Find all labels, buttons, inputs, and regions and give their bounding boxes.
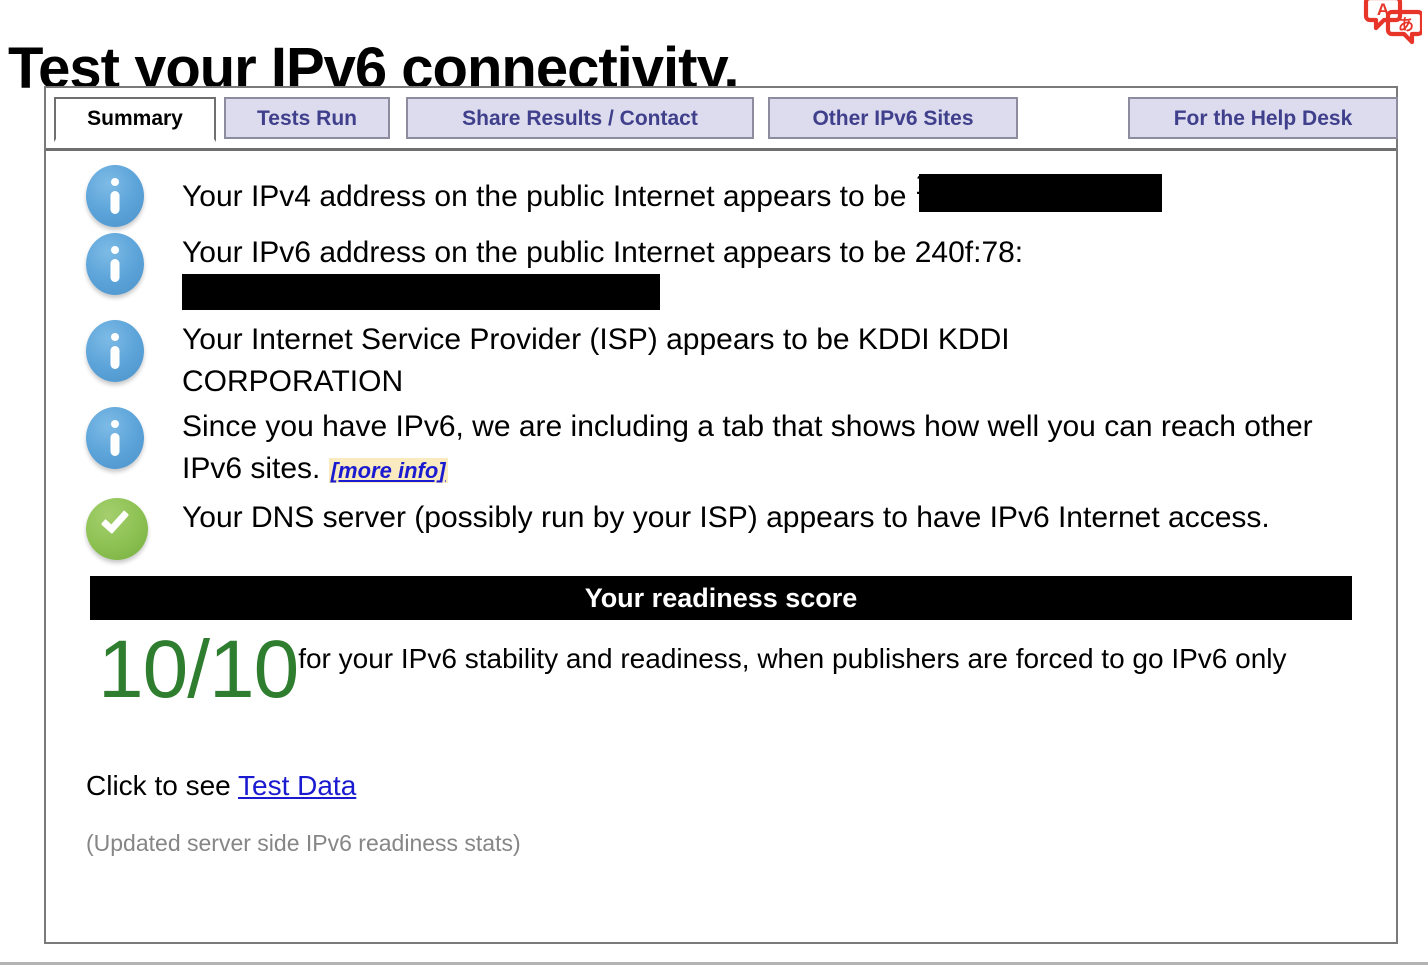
row-icon-cell (86, 163, 182, 227)
check-icon (86, 498, 148, 560)
summary-row-ipv4: Your IPv4 address on the public Internet… (46, 163, 1396, 227)
tab-tests-run[interactable]: Tests Run (224, 97, 390, 139)
row-icon-cell (86, 405, 182, 469)
info-icon (86, 407, 144, 469)
ipv6-redaction-bar (182, 274, 660, 310)
summary-row-isp: Your Internet Service Provider (ISP) app… (46, 318, 1396, 403)
tab-for-the-help-desk[interactable]: For the Help Desk (1128, 97, 1398, 139)
test-data-link[interactable]: Test Data (238, 770, 356, 801)
summary-row-isp-text: Your Internet Service Provider (ISP) app… (182, 323, 1010, 398)
tab-other-ipv6-sites[interactable]: Other IPv6 Sites (768, 97, 1018, 139)
summary-row-dns: Your DNS server (possibly run by your IS… (46, 496, 1396, 560)
summary-row-ipv6-text: Your IPv6 address on the public Internet… (182, 231, 1362, 316)
tab-bar: Summary Tests Run Share Results / Contac… (46, 88, 1398, 151)
summary-row-ipv6: Your IPv6 address on the public Internet… (46, 231, 1396, 316)
info-icon (86, 320, 144, 382)
more-info-link[interactable]: [more info] (328, 458, 448, 483)
summary-row-ipv4-text: Your IPv4 address on the public Internet… (182, 163, 1162, 218)
tab-share-results-contact[interactable]: Share Results / Contact (406, 97, 754, 139)
readiness-score-block: 10/10 for your IPv6 stability and readin… (46, 620, 1396, 716)
ipv4-redaction-bar (918, 174, 1162, 212)
svg-text:あ: あ (1398, 15, 1414, 34)
svg-text:A: A (1377, 0, 1389, 19)
row-icon-cell (86, 496, 182, 560)
bottom-divider (0, 962, 1428, 965)
row-icon-cell (86, 231, 182, 295)
info-icon (86, 165, 144, 227)
summary-row-ipv6-tab: Since you have IPv6, we are including a … (46, 405, 1396, 492)
click-to-see-label: Click to see (86, 770, 238, 801)
summary-panel: Your IPv4 address on the public Internet… (46, 151, 1396, 940)
summary-row-ipv6-tab-text: Since you have IPv6, we are including a … (182, 405, 1372, 492)
updated-note: (Updated server side IPv6 readiness stat… (86, 830, 521, 856)
ipv6-message: Your IPv6 address on the public Internet… (182, 236, 1024, 269)
readiness-score-description: for your IPv6 stability and readiness, w… (298, 643, 1287, 674)
translate-icon[interactable]: A あ (1358, 0, 1425, 54)
row-icon-cell (86, 318, 182, 382)
readiness-score-banner: Your readiness score (90, 576, 1352, 620)
summary-row-dns-text: Your DNS server (possibly run by your IS… (182, 501, 1270, 534)
results-frame: Summary Tests Run Share Results / Contac… (44, 86, 1398, 944)
tab-summary[interactable]: Summary (54, 97, 216, 142)
info-icon (86, 233, 144, 295)
readiness-score-value: 10/10 (98, 624, 299, 715)
ipv4-message: Your IPv4 address on the public Internet… (182, 180, 915, 213)
test-data-line: Click to see Test Data (46, 716, 1396, 802)
page-root: Test your IPv6 connectivity. A あ Summary… (0, 0, 1428, 980)
